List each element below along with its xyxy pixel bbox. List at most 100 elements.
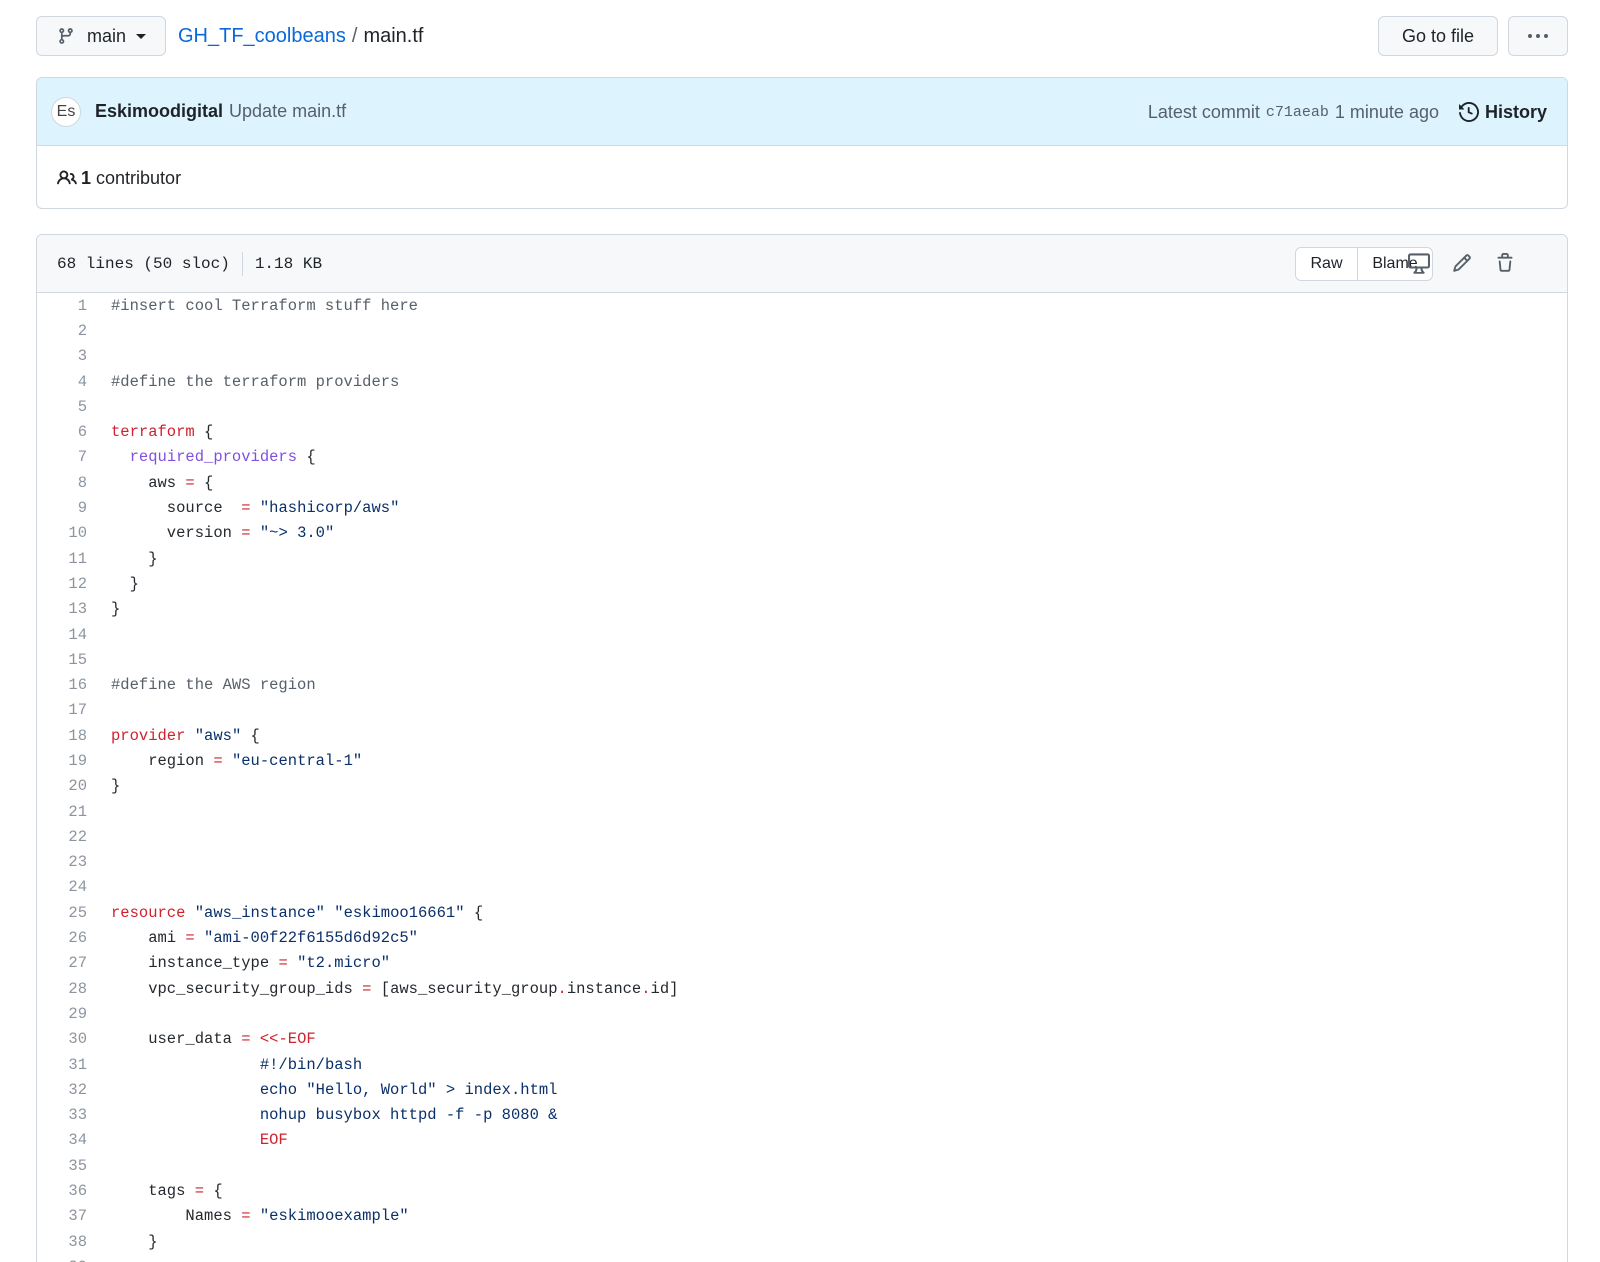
line-number[interactable]: 16 [37, 676, 87, 694]
raw-button[interactable]: Raw [1296, 248, 1358, 280]
line-number[interactable]: 2 [37, 322, 87, 340]
line-content: required_providers { [87, 448, 316, 466]
code-token: echo "Hello, World" > index.html [259, 1080, 558, 1099]
code-token: aws [111, 473, 186, 492]
line-number[interactable]: 5 [37, 398, 87, 416]
file-nav-bar: main GH_TF_coolbeans / main.tf Go to fil… [36, 16, 1568, 56]
code-line: 16 #define the AWS region [37, 672, 1567, 697]
commit-sha-link[interactable]: c71aeab [1266, 104, 1329, 121]
line-number[interactable]: 10 [37, 524, 87, 542]
line-number[interactable]: 21 [37, 803, 87, 821]
line-number[interactable]: 19 [37, 752, 87, 770]
code-line: 17 [37, 698, 1567, 723]
trash-icon[interactable] [1493, 251, 1517, 275]
code-token: "ami-00f22f6155d6d92c5" [204, 929, 418, 948]
code-token: EOF [259, 1131, 288, 1150]
desktop-icon[interactable] [1407, 251, 1431, 275]
code-token: required_providers [129, 448, 298, 467]
pencil-icon[interactable] [1450, 251, 1474, 275]
code-token: [aws_security_group [371, 979, 558, 998]
line-number[interactable]: 13 [37, 600, 87, 618]
line-number[interactable]: 25 [37, 904, 87, 922]
code-token: { [194, 473, 214, 492]
line-number[interactable]: 35 [37, 1157, 87, 1175]
line-number[interactable]: 17 [37, 701, 87, 719]
code-line: 29 [37, 1001, 1567, 1026]
code-line: 8 aws = { [37, 470, 1567, 495]
code-line: 19 region = "eu-central-1" [37, 748, 1567, 773]
line-number[interactable]: 31 [37, 1056, 87, 1074]
commit-author-link[interactable]: Eskimoodigital [95, 101, 223, 122]
breadcrumb-repo-link[interactable]: GH_TF_coolbeans [178, 25, 346, 48]
line-content: vpc_security_group_ids = [aws_security_g… [87, 980, 678, 998]
breadcrumb-file-name: main.tf [363, 24, 424, 47]
line-number[interactable]: 18 [37, 727, 87, 745]
line-number[interactable]: 8 [37, 474, 87, 492]
breadcrumb-separator: / [351, 24, 358, 47]
line-number[interactable]: 7 [37, 448, 87, 466]
code-line: 3 [37, 344, 1567, 369]
code-line: 30 user_data = <<-EOF [37, 1027, 1567, 1052]
line-number[interactable]: 28 [37, 980, 87, 998]
code-token: instance [566, 979, 642, 998]
line-number[interactable]: 1 [37, 297, 87, 315]
latest-commit-label: Latest commit [1147, 101, 1260, 122]
history-link[interactable]: History [1458, 102, 1547, 123]
avatar[interactable]: Es [51, 96, 81, 127]
latest-commit-bar: Es Eskimoodigital Update main.tf Latest … [37, 78, 1567, 146]
line-number[interactable]: 29 [37, 1005, 87, 1023]
code-token: "eskimoo16661" [334, 903, 465, 922]
code-line: 26 ami = "ami-00f22f6155d6d92c5" [37, 925, 1567, 950]
line-content: instance_type = "t2.micro" [87, 954, 390, 972]
code-line: 15 [37, 647, 1567, 672]
contributors-row[interactable]: 1 contributor [37, 146, 1567, 208]
line-number[interactable]: 4 [37, 373, 87, 391]
code-token: "hashicorp/aws" [259, 499, 400, 518]
code-token: = [185, 473, 195, 492]
more-options-button[interactable] [1508, 16, 1568, 56]
code-token: . [557, 979, 567, 998]
code-token: { [297, 448, 316, 467]
go-to-file-button[interactable]: Go to file [1378, 16, 1498, 56]
line-number[interactable]: 15 [37, 651, 87, 669]
code-line: 9 source = "hashicorp/aws" [37, 495, 1567, 520]
code-token: #define the AWS region [111, 676, 316, 695]
branch-selector-button[interactable]: main [36, 16, 166, 56]
code-token: version [111, 524, 242, 543]
code-body[interactable]: 1 #insert cool Terraform stuff here 2 3 4 #de… [37, 293, 1567, 1262]
line-number[interactable]: 27 [37, 954, 87, 972]
line-number[interactable]: 9 [37, 499, 87, 517]
line-number[interactable]: 22 [37, 828, 87, 846]
code-token: { [241, 726, 260, 745]
line-number[interactable]: 33 [37, 1106, 87, 1124]
code-line: 31 #!/bin/bash [37, 1052, 1567, 1077]
line-number[interactable]: 24 [37, 878, 87, 896]
line-number[interactable]: 36 [37, 1182, 87, 1200]
line-content: } [87, 600, 120, 618]
commit-message-link[interactable]: Update main.tf [229, 101, 346, 122]
line-number[interactable]: 30 [37, 1030, 87, 1048]
line-number[interactable]: 14 [37, 626, 87, 644]
line-number[interactable]: 20 [37, 777, 87, 795]
code-token: provider [111, 726, 186, 745]
contributor-label: contributor [96, 167, 182, 188]
code-line: 20} [37, 774, 1567, 799]
line-number[interactable]: 38 [37, 1233, 87, 1251]
line-number[interactable]: 6 [37, 423, 87, 441]
line-content: resource "aws_instance" "eskimoo16661" { [87, 904, 483, 922]
line-number[interactable]: 34 [37, 1131, 87, 1149]
code-token: #!/bin/bash [259, 1055, 363, 1074]
line-number[interactable]: 23 [37, 853, 87, 871]
line-number[interactable]: 37 [37, 1207, 87, 1225]
line-number[interactable]: 12 [37, 575, 87, 593]
code-token: } [111, 600, 121, 619]
line-number[interactable]: 26 [37, 929, 87, 947]
line-number[interactable]: 39 [37, 1258, 87, 1262]
line-number[interactable]: 32 [37, 1081, 87, 1099]
line-number[interactable]: 11 [37, 550, 87, 568]
code-line: 35 [37, 1153, 1567, 1178]
code-token: nohup busybox httpd -f -p 8080 & [259, 1106, 558, 1125]
line-number[interactable]: 3 [37, 347, 87, 365]
line-content: #!/bin/bash [87, 1056, 362, 1074]
